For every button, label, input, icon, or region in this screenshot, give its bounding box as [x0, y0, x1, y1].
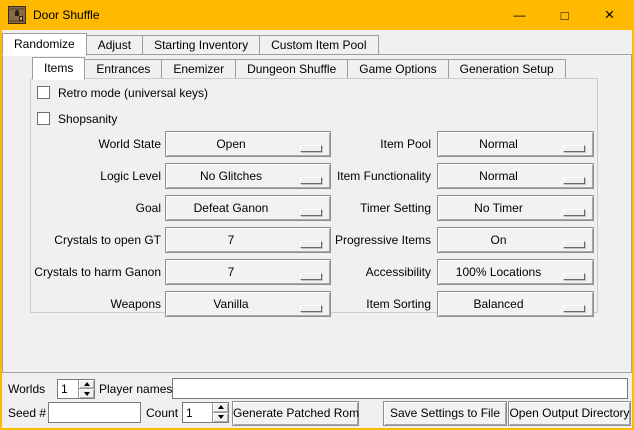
tab-enemizer[interactable]: Enemizer — [161, 59, 236, 79]
generate-patched-rom-button[interactable]: Generate Patched Rom — [232, 401, 359, 426]
dropdown-indicator-icon — [300, 177, 322, 184]
item-sorting-dropdown[interactable]: Balanced — [437, 291, 594, 317]
items-tab-panel: Retro mode (universal keys) Shopsanity W… — [30, 78, 598, 313]
goal-label: Goal — [33, 195, 161, 221]
count-spin-up-icon[interactable] — [213, 403, 228, 413]
door-icon — [8, 6, 26, 24]
dropdown-indicator-icon — [563, 209, 585, 216]
close-icon: × — [605, 5, 615, 25]
open-output-directory-button[interactable]: Open Output Directory — [508, 401, 631, 426]
weapons-dropdown[interactable]: Vanilla — [165, 291, 331, 317]
accessibility-label: Accessibility — [331, 259, 431, 285]
player-names-label: Player names — [99, 379, 172, 399]
dropdown-indicator-icon — [300, 305, 322, 312]
dropdown-indicator-icon — [563, 177, 585, 184]
item-sorting-label: Item Sorting — [331, 291, 431, 317]
crystals-open-gt-label: Crystals to open GT — [33, 227, 161, 253]
count-input[interactable] — [183, 403, 212, 422]
count-label: Count — [146, 403, 178, 423]
maximize-icon: □ — [561, 9, 569, 22]
retro-mode-checkbox[interactable] — [37, 86, 50, 99]
dropdown-indicator-icon — [563, 273, 585, 280]
player-names-input[interactable] — [172, 378, 628, 399]
progressive-items-label: Progressive Items — [331, 227, 431, 253]
worlds-spin-down-icon[interactable] — [79, 389, 94, 398]
seed-input[interactable] — [48, 402, 141, 423]
worlds-input[interactable] — [58, 380, 78, 398]
worlds-label: Worlds — [8, 379, 45, 399]
minimize-icon: — — [514, 8, 526, 22]
dropdown-indicator-icon — [300, 209, 322, 216]
crystals-harm-ganon-dropdown[interactable]: 7 — [165, 259, 331, 285]
worlds-spin-up-icon[interactable] — [79, 380, 94, 389]
accessibility-dropdown[interactable]: 100% Locations — [437, 259, 594, 285]
crystals-harm-ganon-label: Crystals to harm Ganon — [33, 259, 161, 285]
tab-adjust[interactable]: Adjust — [86, 35, 143, 55]
save-settings-button[interactable]: Save Settings to File — [383, 401, 507, 426]
world-state-label: World State — [33, 131, 161, 157]
tab-custom-item-pool[interactable]: Custom Item Pool — [259, 35, 378, 55]
count-spin-down-icon[interactable] — [213, 413, 228, 423]
item-functionality-label: Item Functionality — [331, 163, 431, 189]
worlds-spinner[interactable] — [57, 379, 95, 399]
logic-level-label: Logic Level — [33, 163, 161, 189]
tab-game-options[interactable]: Game Options — [347, 59, 448, 79]
item-functionality-dropdown[interactable]: Normal — [437, 163, 594, 189]
minimize-button[interactable]: — — [497, 0, 542, 30]
tab-entrances[interactable]: Entrances — [84, 59, 162, 79]
main-tab-bar: Randomize Adjust Starting Inventory Cust… — [2, 32, 379, 55]
item-pool-dropdown[interactable]: Normal — [437, 131, 594, 157]
dropdown-indicator-icon — [563, 241, 585, 248]
tab-randomize[interactable]: Randomize — [2, 33, 87, 56]
crystals-open-gt-dropdown[interactable]: 7 — [165, 227, 331, 253]
door-shuffle-window: Door Shuffle — □ × Randomize Adjust Star… — [0, 0, 634, 430]
goal-dropdown[interactable]: Defeat Ganon — [165, 195, 331, 221]
shopsanity-checkbox-row: Shopsanity — [37, 111, 117, 126]
sub-tab-bar: Items Entrances Enemizer Dungeon Shuffle… — [32, 56, 566, 79]
shopsanity-label: Shopsanity — [58, 112, 117, 126]
maximize-button[interactable]: □ — [542, 0, 587, 30]
tab-dungeon-shuffle[interactable]: Dungeon Shuffle — [235, 59, 348, 79]
retro-mode-checkbox-row: Retro mode (universal keys) — [37, 85, 208, 100]
close-button[interactable]: × — [587, 0, 632, 30]
dropdown-indicator-icon — [300, 145, 322, 152]
shopsanity-checkbox[interactable] — [37, 112, 50, 125]
window-title: Door Shuffle — [33, 8, 100, 22]
seed-label: Seed # — [8, 403, 46, 423]
tab-items[interactable]: Items — [32, 57, 85, 80]
tab-starting-inventory[interactable]: Starting Inventory — [142, 35, 260, 55]
dropdown-indicator-icon — [300, 241, 322, 248]
retro-mode-label: Retro mode (universal keys) — [58, 86, 208, 100]
tab-generation-setup[interactable]: Generation Setup — [448, 59, 566, 79]
title-bar: Door Shuffle — □ × — [0, 0, 634, 30]
dropdown-indicator-icon — [563, 305, 585, 312]
count-spinner[interactable] — [182, 402, 229, 423]
timer-setting-label: Timer Setting — [331, 195, 431, 221]
weapons-label: Weapons — [33, 291, 161, 317]
dropdown-indicator-icon — [563, 145, 585, 152]
logic-level-dropdown[interactable]: No Glitches — [165, 163, 331, 189]
progressive-items-dropdown[interactable]: On — [437, 227, 594, 253]
timer-setting-dropdown[interactable]: No Timer — [437, 195, 594, 221]
item-pool-label: Item Pool — [331, 131, 431, 157]
dropdown-indicator-icon — [300, 273, 322, 280]
window-body: Randomize Adjust Starting Inventory Cust… — [2, 30, 632, 428]
world-state-dropdown[interactable]: Open — [165, 131, 331, 157]
